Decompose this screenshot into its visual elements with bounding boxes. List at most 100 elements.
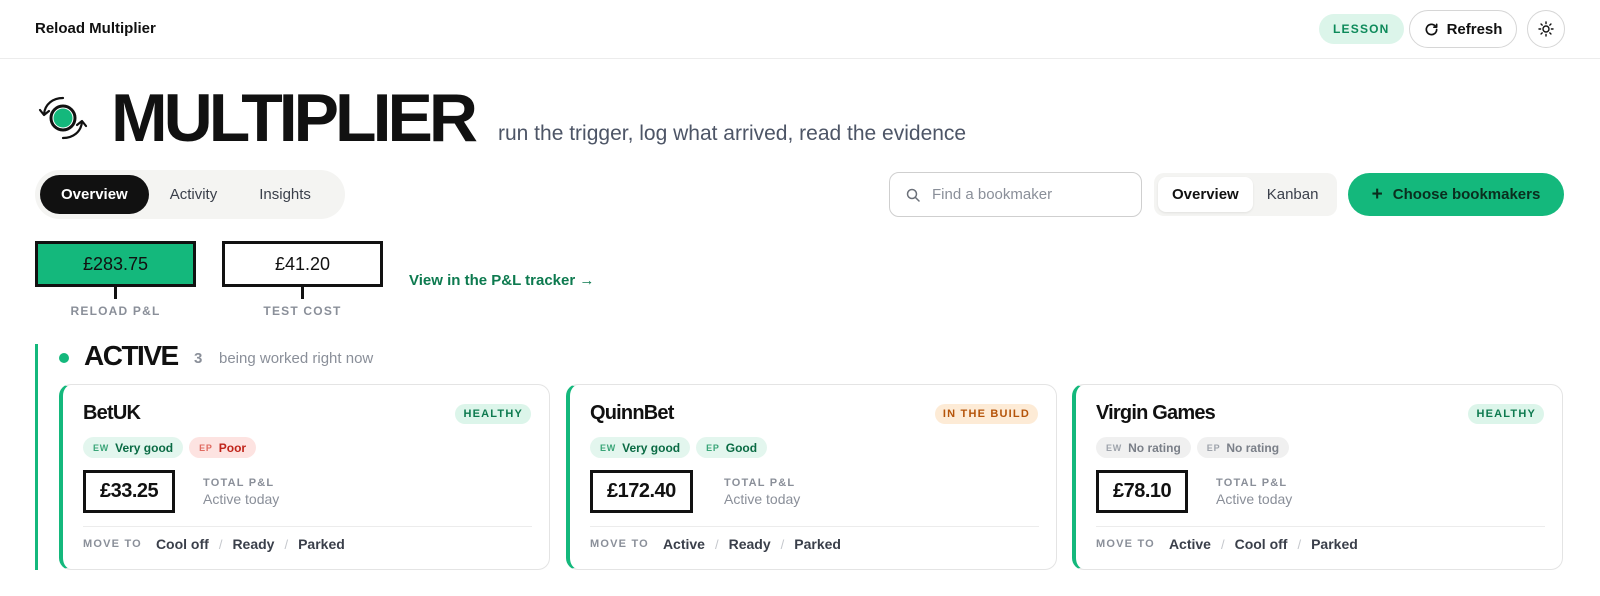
separator: / bbox=[1220, 536, 1225, 552]
choose-bookmakers-label: Choose bookmakers bbox=[1392, 186, 1541, 203]
move-to-row: MOVE TO Active / Cool off / Parked bbox=[1096, 536, 1358, 552]
search-box bbox=[889, 172, 1142, 217]
separator: / bbox=[780, 536, 785, 552]
chip-value: No rating bbox=[1226, 440, 1280, 455]
move-option[interactable]: Active bbox=[663, 536, 705, 552]
move-to-label: MOVE TO bbox=[83, 538, 142, 550]
bookmaker-name: BetUK bbox=[83, 402, 141, 424]
move-option[interactable]: Ready bbox=[232, 536, 274, 552]
bookmaker-card-virgin-games[interactable]: Virgin Games HEALTHY EW No rating EP No … bbox=[1072, 384, 1563, 570]
status-badge: HEALTHY bbox=[1468, 404, 1544, 424]
ew-rating-chip: EW No rating bbox=[1096, 437, 1191, 458]
reload-pl-value: £283.75 bbox=[35, 241, 196, 287]
chip-key: EW bbox=[1106, 442, 1123, 453]
bookmaker-name: QuinnBet bbox=[590, 402, 674, 424]
move-option[interactable]: Active bbox=[1169, 536, 1211, 552]
top-bar: Reload Multiplier LESSON Refresh bbox=[0, 0, 1600, 59]
separator: / bbox=[714, 536, 719, 552]
chip-value: Very good bbox=[115, 440, 174, 455]
move-to-row: MOVE TO Cool off / Ready / Parked bbox=[83, 536, 345, 552]
section-status-dot bbox=[59, 353, 69, 363]
search-icon bbox=[906, 188, 920, 202]
chip-value: Very good bbox=[622, 440, 681, 455]
total-pl-value: £172.40 bbox=[590, 470, 693, 513]
activity-status: Active today bbox=[724, 491, 801, 507]
section-title: ACTIVE bbox=[84, 340, 179, 371]
total-pl-label: TOTAL P&L bbox=[1216, 477, 1288, 489]
tab-insights[interactable]: Insights bbox=[238, 175, 332, 214]
page-subtitle: run the trigger, log what arrived, read … bbox=[498, 122, 967, 145]
total-pl-meta: TOTAL P&L Active today bbox=[203, 477, 279, 507]
bookmaker-name: Virgin Games bbox=[1096, 402, 1216, 424]
sun-icon bbox=[1538, 21, 1554, 37]
activity-status: Active today bbox=[1216, 491, 1293, 507]
theme-toggle-button[interactable] bbox=[1527, 10, 1565, 48]
total-pl-value: £33.25 bbox=[83, 470, 176, 513]
test-cost-value: £41.20 bbox=[222, 241, 383, 287]
stat-stem bbox=[114, 287, 117, 299]
total-pl-label: TOTAL P&L bbox=[203, 477, 275, 489]
chip-value: Good bbox=[725, 440, 758, 455]
chip-key: EP bbox=[199, 442, 213, 453]
card-divider bbox=[83, 526, 532, 527]
move-to-label: MOVE TO bbox=[1096, 538, 1155, 550]
refresh-label: Refresh bbox=[1446, 20, 1503, 38]
separator: / bbox=[284, 536, 289, 552]
card-divider bbox=[590, 526, 1039, 527]
bookmaker-card-betuk[interactable]: BetUK HEALTHY EW Very good EP Poor £33.2… bbox=[59, 384, 550, 570]
stat-stem bbox=[301, 287, 304, 299]
view-overview[interactable]: Overview bbox=[1158, 177, 1253, 212]
chip-value: No rating bbox=[1128, 440, 1181, 455]
card-divider bbox=[1096, 526, 1545, 527]
move-to-row: MOVE TO Active / Ready / Parked bbox=[590, 536, 841, 552]
pl-tracker-link[interactable]: View in the P&L tracker → bbox=[409, 272, 594, 289]
test-cost-label: TEST COST bbox=[263, 304, 342, 318]
move-option[interactable]: Cool off bbox=[156, 536, 209, 552]
move-option[interactable]: Parked bbox=[1311, 536, 1358, 552]
section-count: 3 bbox=[194, 350, 203, 367]
move-option[interactable]: Parked bbox=[794, 536, 841, 552]
page-title: MULTIPLIER bbox=[111, 80, 478, 156]
view-kanban[interactable]: Kanban bbox=[1253, 177, 1333, 212]
ew-rating-chip: EW Very good bbox=[590, 437, 691, 458]
rating-chips: EW Very good EP Good bbox=[590, 437, 768, 458]
lesson-badge[interactable]: LESSON bbox=[1319, 14, 1404, 44]
reload-cycle-icon bbox=[38, 96, 88, 140]
chip-value: Poor bbox=[218, 440, 247, 455]
separator: / bbox=[1297, 536, 1302, 552]
move-option[interactable]: Ready bbox=[729, 536, 771, 552]
reload-pl-label: RELOAD P&L bbox=[70, 304, 161, 318]
status-badge: HEALTHY bbox=[455, 404, 531, 424]
rating-chips: EW No rating EP No rating bbox=[1096, 437, 1290, 458]
chip-key: EW bbox=[93, 442, 110, 453]
status-badge: IN THE BUILD bbox=[934, 404, 1038, 424]
chip-key: EW bbox=[600, 442, 617, 453]
chip-key: EP bbox=[1206, 442, 1221, 453]
app-title: Reload Multiplier bbox=[35, 20, 156, 37]
separator: / bbox=[218, 536, 223, 552]
activity-status: Active today bbox=[203, 491, 280, 507]
chip-key: EP bbox=[706, 442, 720, 453]
choose-bookmakers-button[interactable]: + Choose bookmakers bbox=[1348, 173, 1564, 216]
total-pl-meta: TOTAL P&L Active today bbox=[724, 477, 800, 507]
move-option[interactable]: Parked bbox=[298, 536, 345, 552]
plus-icon: + bbox=[1371, 184, 1383, 205]
ep-rating-chip: EP Good bbox=[696, 437, 768, 458]
total-pl-meta: TOTAL P&L Active today bbox=[1216, 477, 1292, 507]
refresh-icon bbox=[1425, 22, 1438, 35]
section-accent-bar bbox=[35, 344, 38, 570]
rating-chips: EW Very good EP Poor bbox=[83, 437, 257, 458]
refresh-button[interactable]: Refresh bbox=[1409, 10, 1517, 48]
search-input[interactable] bbox=[932, 186, 1122, 203]
move-option[interactable]: Cool off bbox=[1235, 536, 1288, 552]
total-pl-label: TOTAL P&L bbox=[724, 477, 796, 489]
tab-overview[interactable]: Overview bbox=[40, 175, 149, 214]
total-pl-value: £78.10 bbox=[1096, 470, 1189, 513]
ew-rating-chip: EW Very good bbox=[83, 437, 184, 458]
bookmaker-card-quinnbet[interactable]: QuinnBet IN THE BUILD EW Very good EP Go… bbox=[566, 384, 1057, 570]
view-toggle: Overview Kanban bbox=[1154, 173, 1337, 216]
section-description: being worked right now bbox=[219, 350, 374, 367]
move-to-label: MOVE TO bbox=[590, 538, 649, 550]
tab-activity[interactable]: Activity bbox=[149, 175, 239, 214]
main-tabs: Overview Activity Insights bbox=[35, 170, 345, 219]
